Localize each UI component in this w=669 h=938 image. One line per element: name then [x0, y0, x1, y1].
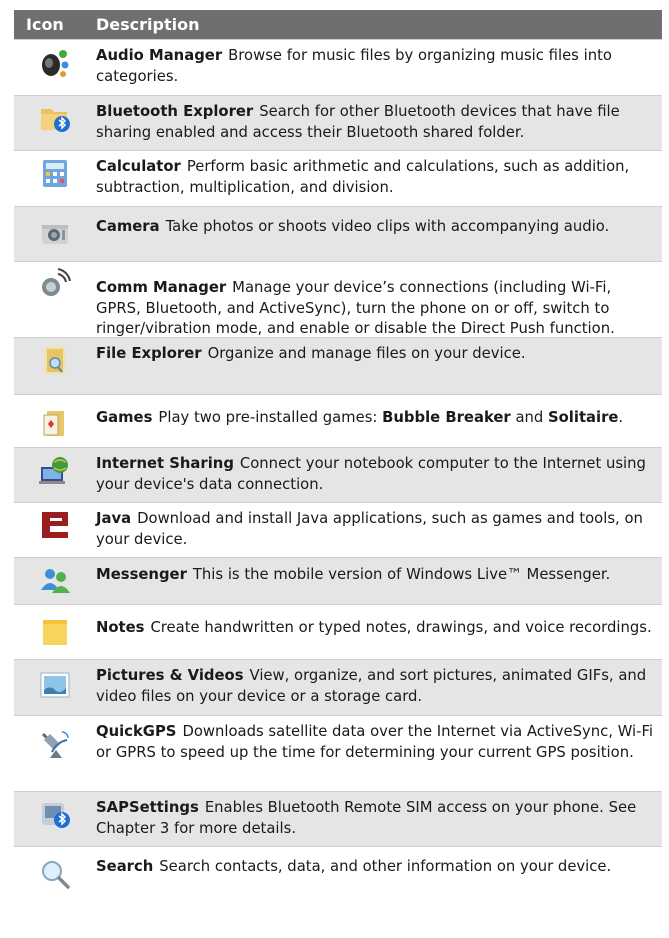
file-explorer-icon	[45, 347, 65, 374]
game-name: Solitaire	[547, 409, 619, 426]
program-description: Play two pre-installed games:	[158, 409, 383, 426]
calculator-icon	[43, 160, 67, 187]
messenger-icon	[41, 569, 70, 593]
program-description-end: .	[618, 409, 624, 426]
table-row: Audio Manager Browse for music files by o…	[14, 39, 662, 95]
header-description-column: Description	[96, 15, 200, 34]
program-name: Java	[96, 510, 132, 527]
table-row: Comm Manager Manage your device’s connect…	[14, 261, 662, 337]
search-icon	[42, 861, 70, 889]
audio-manager-icon	[42, 50, 69, 77]
program-table: Icon Description Audio Manager Browse for…	[14, 10, 662, 902]
program-name: Internet Sharing	[96, 455, 234, 472]
game-name: Bubble Breaker	[382, 409, 511, 426]
program-name: Notes	[96, 619, 145, 636]
program-description: Take photos or shoots video clips with a…	[165, 218, 610, 235]
program-description: This is the mobile version of Windows Li…	[192, 566, 611, 583]
program-name: Comm Manager	[96, 279, 227, 296]
table-row: Java Download and install Java applicatio…	[14, 502, 662, 557]
program-name: Pictures & Videos	[96, 667, 244, 684]
program-description-connector: and	[510, 409, 548, 426]
table-row: Messenger This is the mobile version of W…	[14, 557, 662, 604]
notes-icon	[43, 620, 67, 645]
table-row: SAPSettings Enables Bluetooth Remote SIM …	[14, 791, 662, 846]
table-row: Games Play two pre-installed games: Bubbl…	[14, 394, 662, 447]
table-row: Notes Create handwritten or typed notes, …	[14, 604, 662, 659]
program-name: SAPSettings	[96, 799, 199, 816]
table-row: Bluetooth Explorer Search for other Bluet…	[14, 95, 662, 150]
program-name: Search	[96, 858, 154, 875]
program-name: Games	[96, 409, 153, 426]
program-name: Camera	[96, 218, 160, 235]
table-row: Search Search contacts, data, and other i…	[14, 846, 662, 902]
table-header: Icon Description	[14, 10, 662, 39]
sapsettings-icon	[42, 803, 70, 828]
program-description: Search contacts, data, and other informa…	[159, 858, 612, 875]
table-row: Pictures & Videos View, organize, and sor…	[14, 659, 662, 715]
header-icon-column: Icon	[26, 15, 64, 34]
program-description: Create handwritten or typed notes, drawi…	[150, 619, 652, 636]
program-name: Calculator	[96, 158, 181, 175]
pictures-videos-icon	[40, 672, 70, 698]
program-name: Audio Manager	[96, 47, 223, 64]
program-name: QuickGPS	[96, 723, 177, 740]
program-name: Messenger	[96, 566, 187, 583]
games-icon	[43, 411, 64, 436]
camera-icon	[42, 225, 68, 244]
internet-sharing-icon	[39, 457, 68, 484]
quickgps-icon	[41, 731, 69, 758]
program-description: Downloads satellite data over the Intern…	[96, 723, 653, 761]
table-row: Camera Take photos or shoots video clips …	[14, 206, 662, 261]
program-description: Organize and manage files on your device…	[207, 345, 526, 362]
table-row: File Explorer Organize and manage files o…	[14, 337, 662, 394]
table-row: Calculator Perform basic arithmetic and c…	[14, 150, 662, 206]
java-icon	[42, 512, 68, 538]
comm-manager-icon	[42, 268, 71, 296]
program-name: File Explorer	[96, 345, 202, 362]
program-name: Bluetooth Explorer	[96, 103, 254, 120]
bluetooth-explorer-icon	[41, 109, 70, 132]
program-description: Download and install Java applications, …	[96, 510, 643, 548]
table-row: Internet Sharing Connect your notebook co…	[14, 447, 662, 502]
table-row: QuickGPS Downloads satellite data over th…	[14, 715, 662, 791]
